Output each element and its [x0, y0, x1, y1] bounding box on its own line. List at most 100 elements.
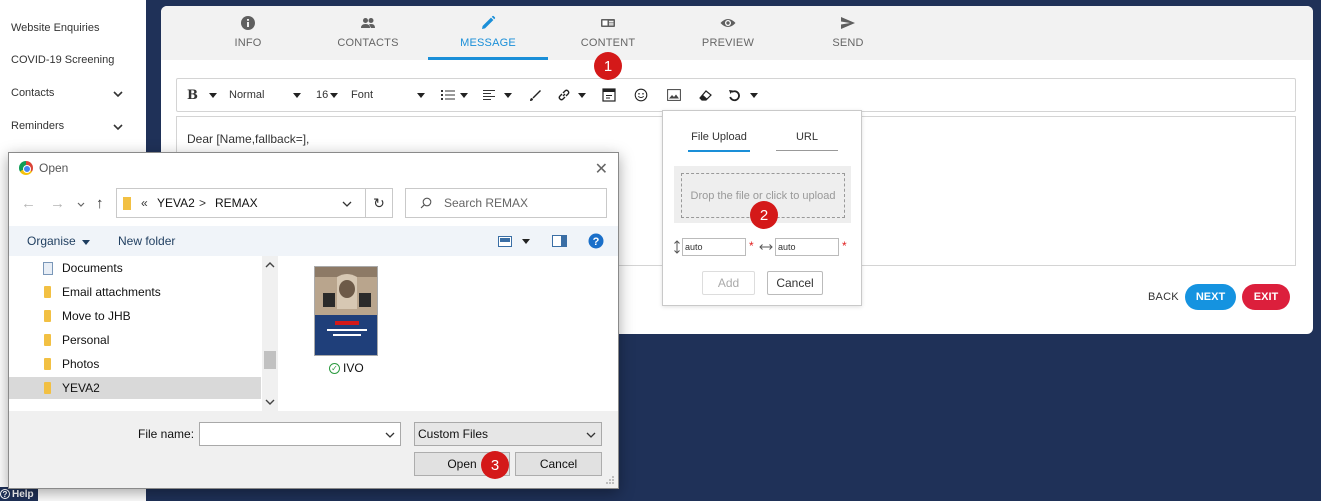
- align-left-icon: [483, 90, 495, 100]
- next-button[interactable]: NEXT: [1185, 284, 1236, 310]
- tree-item-move-to-jhb[interactable]: Move to JHB: [9, 305, 261, 327]
- tree-item-documents[interactable]: Documents: [9, 257, 261, 279]
- tree-scrollbar[interactable]: [262, 256, 278, 411]
- list-button[interactable]: [441, 79, 468, 111]
- tab-label: SEND: [832, 37, 864, 49]
- bold-dropdown[interactable]: [209, 79, 217, 111]
- close-icon[interactable]: ✕: [595, 159, 608, 179]
- help-icon[interactable]: ?: [588, 233, 604, 249]
- file-thumbnail[interactable]: [314, 266, 378, 356]
- color-button[interactable]: [529, 79, 542, 111]
- breadcrumb-yeva2[interactable]: YEVA2: [157, 196, 195, 210]
- folder-icon: [44, 310, 51, 322]
- help-label: Help: [12, 488, 34, 500]
- tab-url[interactable]: URL: [776, 131, 838, 143]
- height-arrow-icon: [674, 240, 680, 254]
- align-button[interactable]: [483, 79, 512, 111]
- preview-pane-icon[interactable]: [552, 235, 567, 247]
- chrome-icon: [19, 161, 33, 175]
- link-button[interactable]: [557, 79, 586, 111]
- eraser-icon: [699, 89, 712, 101]
- file-open-dialog: Open ✕ ← → ↑ « YEVA2 > REMAX ↻ Search RE…: [8, 152, 619, 489]
- new-folder-button[interactable]: New folder: [118, 234, 175, 248]
- file-type-select[interactable]: Custom Files: [414, 422, 602, 446]
- tree-item-personal[interactable]: Personal: [9, 329, 261, 351]
- step-badge-2: 2: [750, 201, 778, 229]
- forward-arrow-icon[interactable]: →: [50, 195, 65, 212]
- up-arrow-icon[interactable]: ↑: [96, 195, 104, 212]
- chevron-down-icon[interactable]: [77, 202, 85, 208]
- brush-icon: [530, 89, 541, 101]
- tab-message[interactable]: MESSAGE: [428, 6, 548, 60]
- active-tab-indicator: [688, 150, 750, 152]
- sidebar-item-website-enquiries[interactable]: Website Enquiries: [11, 22, 99, 34]
- tab-info[interactable]: INFO: [188, 6, 308, 60]
- tab-preview[interactable]: PREVIEW: [668, 6, 788, 60]
- tab-label: MESSAGE: [460, 37, 516, 49]
- chevron-down-icon[interactable]: [385, 432, 395, 439]
- dialog-footer: File name: Custom Files Open Cancel: [9, 411, 618, 488]
- tab-send[interactable]: SEND: [788, 6, 908, 60]
- folder-icon: [44, 286, 51, 298]
- tree-item-email-attachments[interactable]: Email attachments: [9, 281, 261, 303]
- active-tab-indicator: [428, 57, 548, 60]
- add-image-button[interactable]: Add: [702, 271, 755, 295]
- svg-text:?: ?: [593, 236, 600, 248]
- sidebar-item-reminders[interactable]: Reminders: [11, 120, 64, 132]
- width-arrow-icon: [759, 244, 773, 250]
- cancel-button[interactable]: Cancel: [515, 452, 602, 476]
- chevron-down-icon[interactable]: [342, 201, 352, 208]
- tab-file-upload[interactable]: File Upload: [688, 131, 750, 143]
- style-select[interactable]: Normal: [229, 79, 303, 111]
- file-item-label[interactable]: ✓ IVO: [329, 361, 364, 375]
- eye-icon: [720, 19, 736, 27]
- height-input[interactable]: [682, 238, 746, 256]
- pencil-icon: [482, 15, 496, 29]
- breadcrumb-overflow[interactable]: «: [141, 196, 148, 210]
- view-dropdown[interactable]: [522, 239, 530, 244]
- organise-button[interactable]: Organise: [27, 234, 91, 248]
- chevron-down-icon[interactable]: [112, 121, 124, 133]
- step-badge-3: 3: [481, 451, 509, 479]
- view-icon[interactable]: [498, 236, 512, 247]
- tree-item-photos[interactable]: Photos: [9, 353, 261, 375]
- message-body[interactable]: Dear [Name,fallback=],: [187, 132, 309, 146]
- search-icon: [420, 197, 432, 209]
- insert-content-button[interactable]: [602, 79, 616, 111]
- chevron-down-icon[interactable]: [112, 88, 124, 100]
- search-input[interactable]: Search REMAX: [405, 188, 607, 218]
- scrollbar-thumb[interactable]: [264, 351, 276, 369]
- sidebar-item-contacts[interactable]: Contacts: [11, 87, 54, 99]
- breadcrumb-remax[interactable]: REMAX: [215, 196, 258, 210]
- width-input[interactable]: [775, 238, 839, 256]
- file-name-input[interactable]: [199, 422, 401, 446]
- tab-label: CONTENT: [580, 37, 636, 49]
- undo-button[interactable]: [728, 79, 758, 111]
- back-arrow-icon[interactable]: ←: [21, 195, 36, 212]
- image-button[interactable]: [667, 79, 681, 111]
- content-icon: [601, 19, 615, 27]
- tree-item-yeva2[interactable]: YEVA2: [9, 377, 261, 399]
- folder-icon: [123, 197, 131, 210]
- document-icon: [43, 261, 53, 275]
- exit-button[interactable]: EXIT: [1242, 284, 1290, 310]
- emoji-button[interactable]: [634, 79, 648, 111]
- clear-format-button[interactable]: [699, 79, 713, 111]
- cancel-image-button[interactable]: Cancel: [767, 271, 823, 295]
- size-select[interactable]: 16: [316, 79, 340, 111]
- bold-button[interactable]: B: [187, 79, 198, 111]
- font-select[interactable]: Font: [351, 79, 427, 111]
- undo-icon: [729, 89, 740, 101]
- resize-grip-icon[interactable]: [605, 475, 615, 485]
- refresh-icon[interactable]: ↻: [365, 188, 393, 218]
- scroll-down-icon[interactable]: [265, 399, 275, 406]
- required-mark: *: [842, 239, 847, 253]
- address-bar[interactable]: « YEVA2 > REMAX: [116, 188, 366, 218]
- scroll-up-icon[interactable]: [265, 261, 275, 268]
- wizard-tabbar: INFO CONTACTS MESSAGE CONTENT PREVIEW SE…: [161, 6, 1313, 60]
- sidebar-item-covid-screening[interactable]: COVID-19 Screening: [11, 54, 114, 66]
- back-button[interactable]: BACK: [1148, 291, 1179, 303]
- sync-check-icon: ✓: [329, 362, 340, 374]
- tab-contacts[interactable]: CONTACTS: [308, 6, 428, 60]
- help-button[interactable]: ? Help: [0, 487, 38, 501]
